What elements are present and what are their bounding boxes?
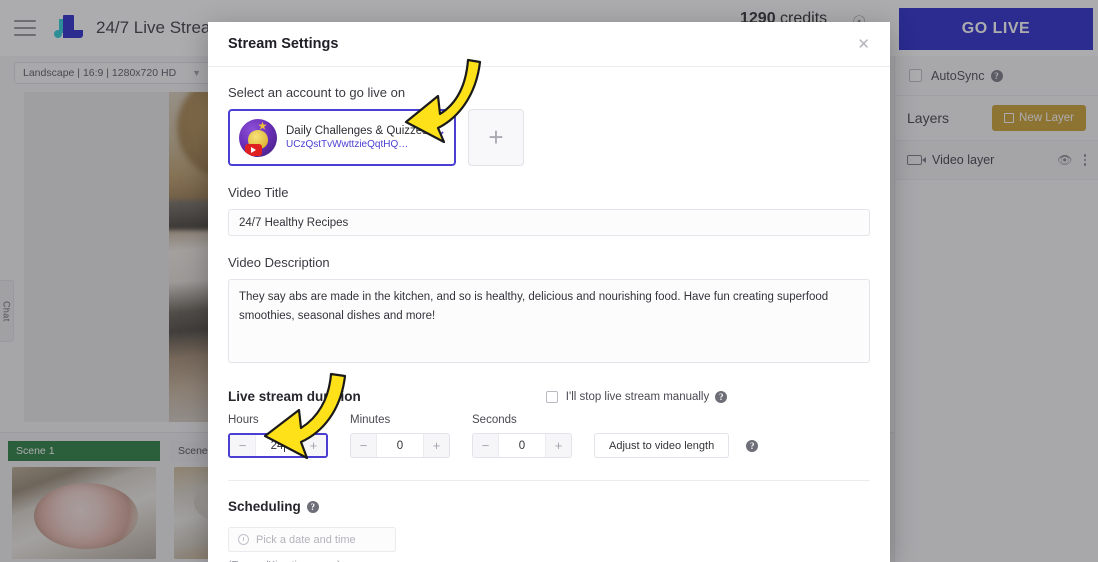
- duration-minutes-col: Minutes − 0 +: [350, 414, 450, 458]
- seconds-value[interactable]: 0: [499, 434, 545, 457]
- dialog-body: Select an account to go live on Daily Ch…: [208, 67, 890, 562]
- minutes-value[interactable]: 0: [377, 434, 423, 457]
- minus-icon[interactable]: −: [473, 434, 499, 457]
- help-circle-icon[interactable]: ?: [715, 390, 728, 403]
- plus-icon[interactable]: +: [300, 435, 326, 456]
- add-account-button[interactable]: +: [468, 109, 524, 166]
- schedule-datetime-input[interactable]: Pick a date and time: [228, 527, 396, 552]
- help-circle-icon[interactable]: ?: [746, 440, 759, 452]
- chevron-down-icon[interactable]: ⌄: [435, 123, 446, 139]
- close-x-icon[interactable]: ✕: [857, 37, 870, 52]
- plus-icon[interactable]: +: [545, 434, 571, 457]
- duration-hours-stepper[interactable]: − 24 +: [228, 433, 328, 458]
- dialog-header: Stream Settings ✕: [208, 22, 890, 67]
- duration-seconds-col: Seconds − 0 +: [472, 414, 572, 458]
- account-section-label: Select an account to go live on: [228, 85, 406, 100]
- account-name: Daily Challenges & Quizzes: [286, 125, 428, 137]
- minus-icon[interactable]: −: [351, 434, 377, 457]
- video-title-input[interactable]: [228, 209, 870, 236]
- section-divider: [228, 480, 870, 481]
- adjust-to-video-length-button[interactable]: Adjust to video length: [594, 433, 730, 458]
- duration-hours-col: Hours − 24 +: [228, 414, 328, 458]
- duration-seconds-stepper[interactable]: − 0 +: [472, 433, 572, 458]
- account-selector-dropdown[interactable]: Daily Challenges & Quizzes UCzQstTvWwttz…: [228, 109, 456, 166]
- help-circle-icon[interactable]: ?: [306, 500, 319, 513]
- duration-header: Live stream duration I'll stop live stre…: [228, 389, 870, 404]
- clock-icon: [238, 534, 249, 545]
- manual-stop-label: I'll stop live stream manually: [565, 390, 710, 403]
- dialog-title: Stream Settings: [228, 36, 339, 52]
- duration-steppers: Hours − 24 + Minutes − 0 + Seconds − 0 +…: [228, 414, 870, 458]
- hours-value[interactable]: 24: [256, 435, 300, 456]
- minus-icon[interactable]: −: [230, 435, 256, 456]
- hours-label: Hours: [228, 414, 259, 426]
- account-channel-id: UCzQstTvWwttzieQqtHQW...: [286, 139, 412, 150]
- account-selector-row: Daily Challenges & Quizzes UCzQstTvWwttz…: [228, 109, 870, 166]
- video-title-label: Video Title: [228, 185, 289, 200]
- scheduling-header: Scheduling ?: [228, 499, 870, 514]
- duration-section-label: Live stream duration: [228, 389, 361, 404]
- video-description-label: Video Description: [228, 255, 330, 270]
- schedule-placeholder: Pick a date and time: [256, 533, 356, 546]
- youtube-channel-avatar: [239, 118, 277, 157]
- minutes-label: Minutes: [350, 414, 391, 426]
- app-root: 24/7 Live Stream ✎ 1290 credits ☉ GO LIV…: [0, 0, 1098, 562]
- duration-minutes-stepper[interactable]: − 0 +: [350, 433, 450, 458]
- manual-stop-row[interactable]: I'll stop live stream manually ?: [545, 390, 728, 403]
- video-description-input[interactable]: [228, 279, 870, 363]
- seconds-label: Seconds: [472, 414, 517, 426]
- hours-value-text: 24: [270, 439, 284, 452]
- plus-icon[interactable]: +: [423, 434, 449, 457]
- stream-settings-dialog: Stream Settings ✕ Select an account to g…: [208, 22, 890, 562]
- scheduling-label: Scheduling: [228, 499, 301, 514]
- manual-stop-checkbox[interactable]: [545, 390, 558, 403]
- adjust-group: Adjust to video length ?: [594, 433, 759, 458]
